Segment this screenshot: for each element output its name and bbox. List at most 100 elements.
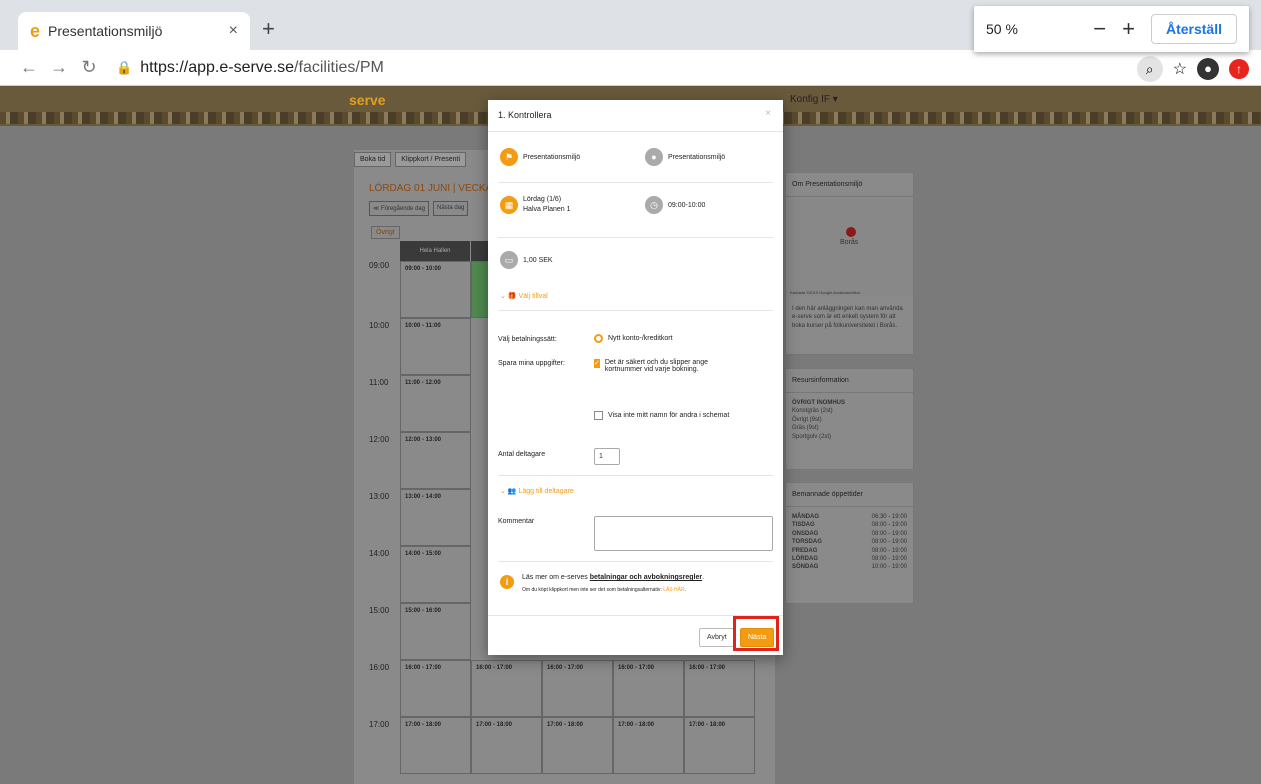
choose-extras-toggle[interactable]: ⌄ 🎁 Välj tillval — [500, 292, 548, 301]
resource-item: Gräs (9st) — [792, 425, 819, 432]
resource-item: Konstgräs (2st) — [792, 408, 833, 415]
zoom-in-button[interactable]: + — [1122, 16, 1135, 42]
checkbox-checked-icon[interactable]: ✓ — [594, 359, 600, 368]
gift-icon: 🎁 — [507, 293, 519, 300]
time-slot[interactable]: 16:00 - 17:00 — [684, 660, 755, 717]
time-slot[interactable]: 16:00 - 17:00 — [613, 660, 684, 717]
time-slot[interactable]: 17:00 - 18:00 — [684, 717, 755, 774]
booking-date: Lördag (1/6) — [523, 196, 562, 203]
punchcard-hint: Om du köpt klippkort men inte ser det so… — [522, 587, 664, 593]
forward-icon[interactable]: → — [44, 57, 74, 78]
time-slot[interactable]: 15:00 - 16:00 — [400, 603, 471, 660]
location-name: Presentationsmiljö — [668, 153, 726, 161]
reload-icon[interactable]: ↻ — [74, 57, 104, 78]
hours-time: 08:00 - 19:00 — [871, 522, 907, 529]
zoom-out-button[interactable]: − — [1093, 16, 1106, 42]
cancel-button[interactable]: Avbryt — [699, 628, 735, 647]
time-slot[interactable]: 17:00 - 18:00 — [471, 717, 542, 774]
prev-day-button[interactable]: ≪ Föregående dag — [369, 201, 429, 216]
hide-name-row[interactable]: Visa inte mitt namn för andra i schemat — [594, 411, 729, 420]
booking-place: Halva Planen 1 — [523, 206, 571, 213]
zoom-level: 50 % — [986, 21, 1018, 37]
new-tab-icon[interactable]: + — [262, 16, 275, 42]
time-slot[interactable]: 11:00 - 12:00 — [400, 375, 471, 432]
comment-label: Kommentar — [498, 518, 535, 525]
time-slot[interactable]: 17:00 - 18:00 — [613, 717, 684, 774]
url-field[interactable]: 🔒 https://app.e-serve.se/facilities/PM — [116, 59, 384, 77]
date-row: ▦ Lördag (1/6) Halva Planen 1 — [500, 196, 570, 214]
hours-time: 10:00 - 19:00 — [871, 564, 907, 571]
zoom-icon[interactable]: ⌕ — [1136, 56, 1163, 82]
resource-title: Resursinformation — [786, 369, 913, 393]
object-row: ⚑ Presentationsmiljö — [500, 148, 580, 166]
category-filter[interactable]: Övrigt — [371, 226, 400, 239]
hours-time: 08:00 - 19:00 — [871, 547, 907, 554]
time-label: 11:00 — [369, 378, 389, 387]
price-row: ▭ 1,00 SEK — [500, 251, 553, 269]
resource-panel: Resursinformation ÖVRIGT INOMHUS Konstgr… — [785, 368, 914, 470]
payment-rules-link[interactable]: betalningar och avbokningsregler — [590, 574, 702, 581]
back-icon[interactable]: ← — [14, 57, 44, 78]
hours-day: TISDAG — [792, 522, 815, 529]
object-name: Presentationsmiljö — [523, 153, 581, 161]
time-slot[interactable]: 17:00 - 18:00 — [542, 717, 613, 774]
url-host: https://app.e-serve.se — [140, 58, 295, 76]
hint-suffix: . — [684, 587, 686, 593]
add-participants-toggle[interactable]: ⌄ 👥 Lägg till deltagare — [500, 487, 574, 496]
checkbox-icon[interactable] — [594, 411, 603, 420]
participants-input[interactable]: 1 — [594, 448, 620, 465]
comment-field[interactable] — [594, 516, 773, 551]
modal-close-icon[interactable]: × — [765, 108, 771, 119]
radio-selected-icon[interactable] — [594, 334, 603, 343]
star-icon[interactable]: ☆ — [1173, 59, 1187, 79]
time-slot[interactable]: 16:00 - 17:00 — [471, 660, 542, 717]
time-slot[interactable]: 16:00 - 17:00 — [400, 660, 471, 717]
info-icon: i — [500, 575, 514, 589]
save-details-text: Det är säkert och du slipper ange kortnu… — [604, 359, 708, 373]
location-map[interactable]: Borås Kartdata ©2019 Google Användarvill… — [788, 199, 913, 297]
time-slot[interactable]: 09:00 - 10:00 — [400, 261, 471, 318]
flag-icon: ⚑ — [500, 148, 518, 166]
time-label: 12:00 — [369, 435, 390, 444]
time-slot[interactable]: 10:00 - 11:00 — [400, 318, 471, 375]
save-details-checkbox-row[interactable]: ✓ Det är säkert och du slipper ange kortn… — [594, 359, 734, 373]
payment-option-label: Nytt konto-/kreditkort — [608, 335, 673, 342]
time-slot[interactable]: 16:00 - 17:00 — [542, 660, 613, 717]
profile-icon[interactable]: ● — [1197, 58, 1219, 80]
extension-icon[interactable]: ↑ — [1229, 59, 1249, 79]
info-suffix: . — [702, 574, 705, 581]
browser-tab[interactable]: e Presentationsmiljö × — [18, 12, 250, 50]
time-slot[interactable]: 17:00 - 18:00 — [400, 717, 471, 774]
hours-title: Bemannade öppettider — [786, 483, 913, 507]
location-pin-icon: ● — [645, 148, 663, 166]
participants-label: Antal deltagare — [498, 451, 546, 458]
zoom-popup: 50 % − + Återställ — [974, 6, 1249, 52]
chevron-down-icon: ⌄ — [500, 488, 508, 495]
hours-time: 08:00 - 19:00 — [871, 555, 907, 562]
hours-time: 08:00 - 19:00 — [871, 530, 907, 537]
payment-label: Välj betalningssätt: — [498, 336, 557, 343]
hours-time: 06:30 - 19:00 — [871, 514, 907, 520]
punchcard-tab[interactable]: Klippkort / Presenti — [395, 152, 467, 167]
location-row: ● Presentationsmiljö — [645, 148, 725, 166]
time-row: ◷ 09:00-10:00 — [645, 196, 705, 214]
time-label: 15:00 — [369, 606, 390, 615]
next-day-button[interactable]: Nästa dag — [432, 201, 469, 216]
tab-close-icon[interactable]: × — [229, 22, 238, 40]
read-here-link[interactable]: LÄS HÄR — [663, 587, 684, 593]
zoom-reset-button[interactable]: Återställ — [1150, 14, 1237, 44]
payment-option[interactable]: Nytt konto-/kreditkort — [594, 334, 673, 343]
site-logo[interactable]: serve — [349, 92, 386, 108]
booking-time: 09:00-10:00 — [668, 201, 706, 209]
time-slot[interactable]: 12:00 - 13:00 — [400, 432, 471, 489]
time-slot[interactable]: 13:00 - 14:00 — [400, 489, 471, 546]
config-menu[interactable]: Konfig IF ▾ — [790, 94, 838, 105]
about-text: I den här anläggningen kan man använda e… — [792, 306, 903, 329]
book-time-tab[interactable]: Boka tid — [354, 152, 392, 167]
time-slot[interactable]: 14:00 - 15:00 — [400, 546, 471, 603]
day-title: LÖRDAG 01 JUNI | VECKA 2 — [369, 183, 500, 194]
booking-price: 1,00 SEK — [523, 256, 553, 264]
add-participants-label: Lägg till deltagare — [518, 487, 574, 495]
modal-title: 1. Kontrollera — [498, 110, 552, 120]
map-credit: Kartdata ©2019 Google Användarvillkor — [790, 290, 861, 295]
